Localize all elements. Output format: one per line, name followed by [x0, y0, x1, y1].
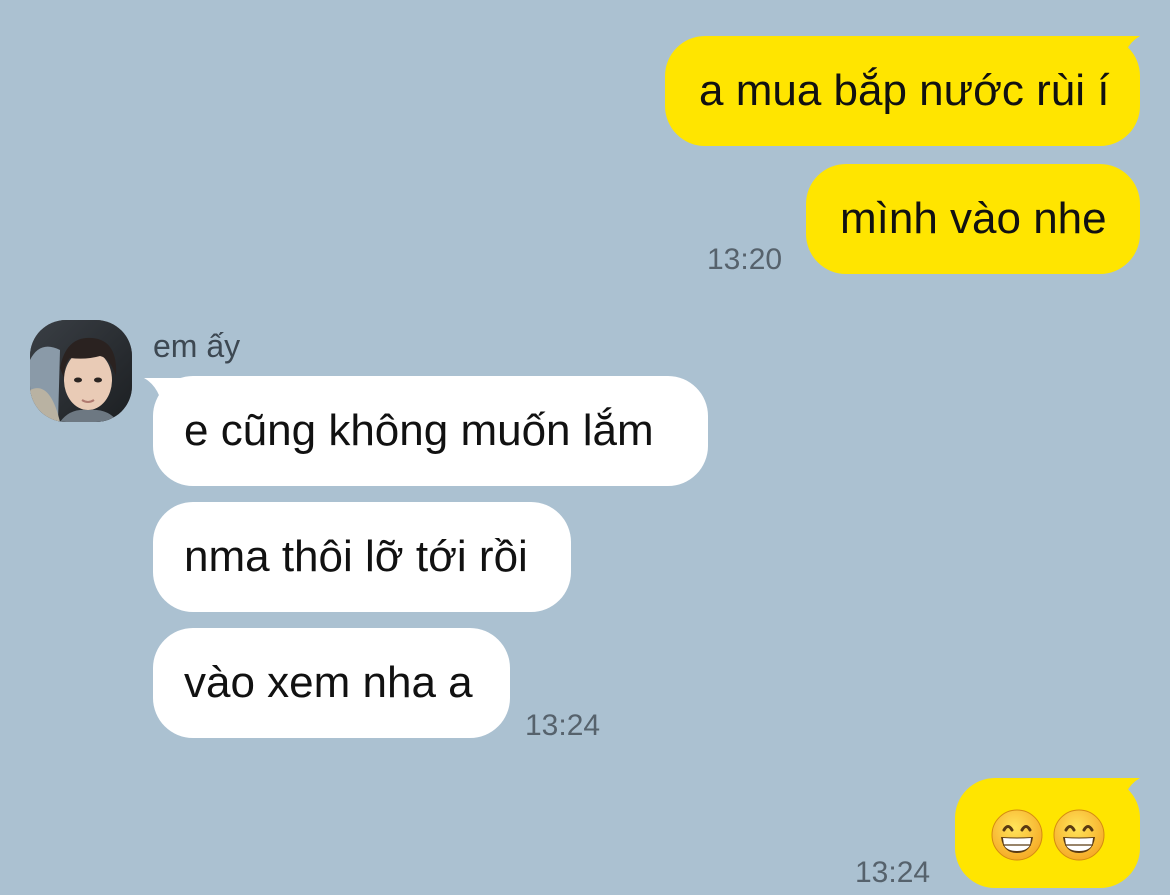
message-text: mình vào nhe	[840, 194, 1107, 243]
emoji-row	[990, 808, 1106, 862]
message-text: e cũng không muốn lắm	[184, 406, 654, 455]
contact-avatar[interactable]	[30, 320, 132, 422]
grinning-face-emoji-icon	[991, 809, 1043, 861]
outgoing-message-bubble[interactable]: mình vào nhe	[806, 164, 1140, 274]
message-text: nma thôi lỡ tới rồi	[184, 532, 528, 581]
incoming-message-bubble[interactable]: e cũng không muốn lắm	[153, 376, 708, 486]
message-text: a mua bắp nước rùi í	[699, 66, 1110, 115]
outgoing-bubble-tail	[1100, 778, 1140, 818]
message-timestamp: 13:24	[855, 856, 931, 889]
contact-avatar-photo-icon	[30, 320, 132, 422]
message-timestamp: 13:20	[707, 243, 783, 276]
incoming-message-bubble[interactable]: nma thôi lỡ tới rồi	[153, 502, 571, 612]
incoming-message-bubble[interactable]: vào xem nha a	[153, 628, 510, 738]
outgoing-bubble-tail	[1100, 36, 1140, 76]
message-timestamp: 13:24	[525, 709, 601, 742]
outgoing-message-bubble[interactable]: a mua bắp nước rùi í	[665, 36, 1140, 146]
sender-name: em ấy	[153, 328, 241, 364]
grinning-face-emoji-icon	[1053, 809, 1105, 861]
message-text: vào xem nha a	[184, 658, 473, 707]
